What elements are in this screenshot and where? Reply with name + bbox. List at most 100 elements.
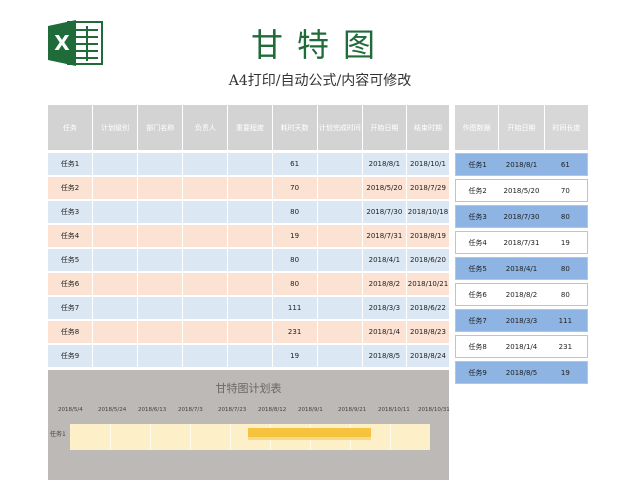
chart-data-cell[interactable]: 任务7 — [456, 310, 499, 331]
table-cell[interactable] — [318, 153, 363, 175]
table-cell[interactable]: 2018/8/5 — [363, 345, 407, 367]
col-header-owner[interactable]: 负责人 — [183, 105, 229, 150]
table-cell[interactable] — [228, 225, 273, 247]
table-cell[interactable] — [93, 201, 139, 223]
table-cell[interactable]: 111 — [273, 297, 318, 319]
table-cell[interactable] — [183, 225, 229, 247]
table-cell[interactable]: 2018/10/21 — [407, 273, 449, 295]
chart-data-cell[interactable]: 2018/3/3 — [499, 310, 543, 331]
chart-data-cell[interactable]: 任务4 — [456, 232, 499, 253]
table-cell[interactable]: 2018/5/20 — [363, 177, 407, 199]
col-header-planned-finish[interactable]: 计划完成时间 — [318, 105, 363, 150]
table-cell[interactable]: 80 — [273, 249, 318, 271]
table-cell[interactable]: 任务6 — [48, 273, 94, 295]
table-cell[interactable] — [93, 345, 139, 367]
chart-data-cell[interactable]: 19 — [544, 362, 587, 383]
chart-data-cell[interactable]: 任务9 — [456, 362, 499, 383]
table-cell[interactable] — [138, 345, 184, 367]
table-cell[interactable]: 任务7 — [48, 297, 94, 319]
table-cell[interactable]: 2018/7/31 — [363, 225, 407, 247]
col-header-duration[interactable]: 时间长度 — [545, 105, 588, 150]
table-row[interactable]: 任务3 80 2018/7/30 2018/10/18 — [48, 201, 449, 225]
table-cell[interactable] — [318, 201, 363, 223]
table-cell[interactable] — [228, 201, 273, 223]
chart-data-cell[interactable]: 80 — [544, 284, 587, 305]
table-cell[interactable] — [93, 225, 139, 247]
table-row[interactable]: 任务4 19 2018/7/31 2018/8/19 — [48, 225, 449, 249]
table-cell[interactable] — [318, 225, 363, 247]
chart-data-cell[interactable]: 80 — [544, 258, 587, 279]
chart-data-cell[interactable]: 2018/7/30 — [499, 206, 543, 227]
table-cell[interactable] — [228, 321, 273, 343]
table-cell[interactable] — [228, 153, 273, 175]
table-cell[interactable]: 任务8 — [48, 321, 94, 343]
chart-data-cell[interactable]: 2018/7/31 — [499, 232, 543, 253]
chart-data-row[interactable]: 任务2 2018/5/20 70 — [455, 179, 588, 202]
table-row[interactable]: 任务8 231 2018/1/4 2018/8/23 — [48, 321, 449, 345]
col-header-importance[interactable]: 重要程度 — [228, 105, 273, 150]
table-cell[interactable] — [93, 297, 139, 319]
table-row[interactable]: 任务2 70 2018/5/20 2018/7/29 — [48, 177, 449, 201]
chart-data-row[interactable]: 任务8 2018/1/4 231 — [455, 335, 588, 358]
table-cell[interactable] — [138, 153, 184, 175]
table-cell[interactable] — [318, 249, 363, 271]
col-header-start-date[interactable]: 开始日期 — [363, 105, 407, 150]
table-cell[interactable] — [138, 249, 184, 271]
table-cell[interactable] — [138, 177, 184, 199]
table-cell[interactable]: 19 — [273, 225, 318, 247]
table-cell[interactable] — [93, 249, 139, 271]
chart-data-cell[interactable]: 231 — [544, 336, 587, 357]
chart-data-cell[interactable]: 80 — [544, 206, 587, 227]
chart-data-cell[interactable]: 2018/8/2 — [499, 284, 543, 305]
table-cell[interactable] — [138, 225, 184, 247]
table-cell[interactable]: 2018/7/29 — [407, 177, 449, 199]
table-cell[interactable] — [93, 321, 139, 343]
chart-data-cell[interactable]: 70 — [544, 180, 587, 201]
table-cell[interactable]: 任务3 — [48, 201, 94, 223]
chart-data-cell[interactable]: 任务1 — [456, 154, 499, 175]
table-cell[interactable]: 任务9 — [48, 345, 94, 367]
table-row[interactable]: 任务9 19 2018/8/5 2018/8/24 — [48, 345, 449, 369]
table-cell[interactable] — [183, 249, 229, 271]
chart-data-row[interactable]: 任务7 2018/3/3 111 — [455, 309, 588, 332]
table-cell[interactable]: 任务2 — [48, 177, 94, 199]
table-cell[interactable] — [138, 321, 184, 343]
table-cell[interactable]: 2018/3/3 — [363, 297, 407, 319]
chart-data-row[interactable]: 任务9 2018/8/5 19 — [455, 361, 588, 384]
table-cell[interactable]: 80 — [273, 201, 318, 223]
table-cell[interactable] — [138, 297, 184, 319]
chart-data-cell[interactable]: 任务6 — [456, 284, 499, 305]
table-cell[interactable]: 2018/8/23 — [407, 321, 449, 343]
table-cell[interactable]: 2018/8/24 — [407, 345, 449, 367]
chart-data-row[interactable]: 任务1 2018/8/1 61 — [455, 153, 588, 176]
chart-data-row[interactable]: 任务6 2018/8/2 80 — [455, 283, 588, 306]
col-header-task[interactable]: 任务 — [48, 105, 94, 150]
table-cell[interactable] — [183, 177, 229, 199]
table-cell[interactable]: 2018/7/30 — [363, 201, 407, 223]
table-cell[interactable] — [183, 297, 229, 319]
table-cell[interactable]: 70 — [273, 177, 318, 199]
col-header-end-date[interactable]: 结束时期 — [407, 105, 449, 150]
col-header-chart-data[interactable]: 作图数据 — [455, 105, 500, 150]
table-cell[interactable]: 61 — [273, 153, 318, 175]
chart-data-cell[interactable]: 2018/8/5 — [499, 362, 543, 383]
table-cell[interactable]: 2018/6/20 — [407, 249, 449, 271]
chart-data-row[interactable]: 任务5 2018/4/1 80 — [455, 257, 588, 280]
chart-data-cell[interactable]: 任务2 — [456, 180, 499, 201]
table-cell[interactable]: 任务5 — [48, 249, 94, 271]
table-cell[interactable]: 2018/10/1 — [407, 153, 449, 175]
table-cell[interactable]: 2018/6/22 — [407, 297, 449, 319]
chart-data-cell[interactable]: 19 — [544, 232, 587, 253]
table-row[interactable]: 任务5 80 2018/4/1 2018/6/20 — [48, 249, 449, 273]
chart-data-cell[interactable]: 任务8 — [456, 336, 499, 357]
table-cell[interactable]: 2018/1/4 — [363, 321, 407, 343]
table-cell[interactable] — [93, 177, 139, 199]
table-cell[interactable] — [138, 201, 184, 223]
table-cell[interactable]: 2018/8/19 — [407, 225, 449, 247]
chart-data-cell[interactable]: 2018/1/4 — [499, 336, 543, 357]
col-header-department[interactable]: 部门名称 — [138, 105, 184, 150]
chart-data-cell[interactable]: 61 — [544, 154, 587, 175]
table-cell[interactable]: 2018/8/2 — [363, 273, 407, 295]
chart-data-row[interactable]: 任务4 2018/7/31 19 — [455, 231, 588, 254]
table-cell[interactable] — [183, 321, 229, 343]
